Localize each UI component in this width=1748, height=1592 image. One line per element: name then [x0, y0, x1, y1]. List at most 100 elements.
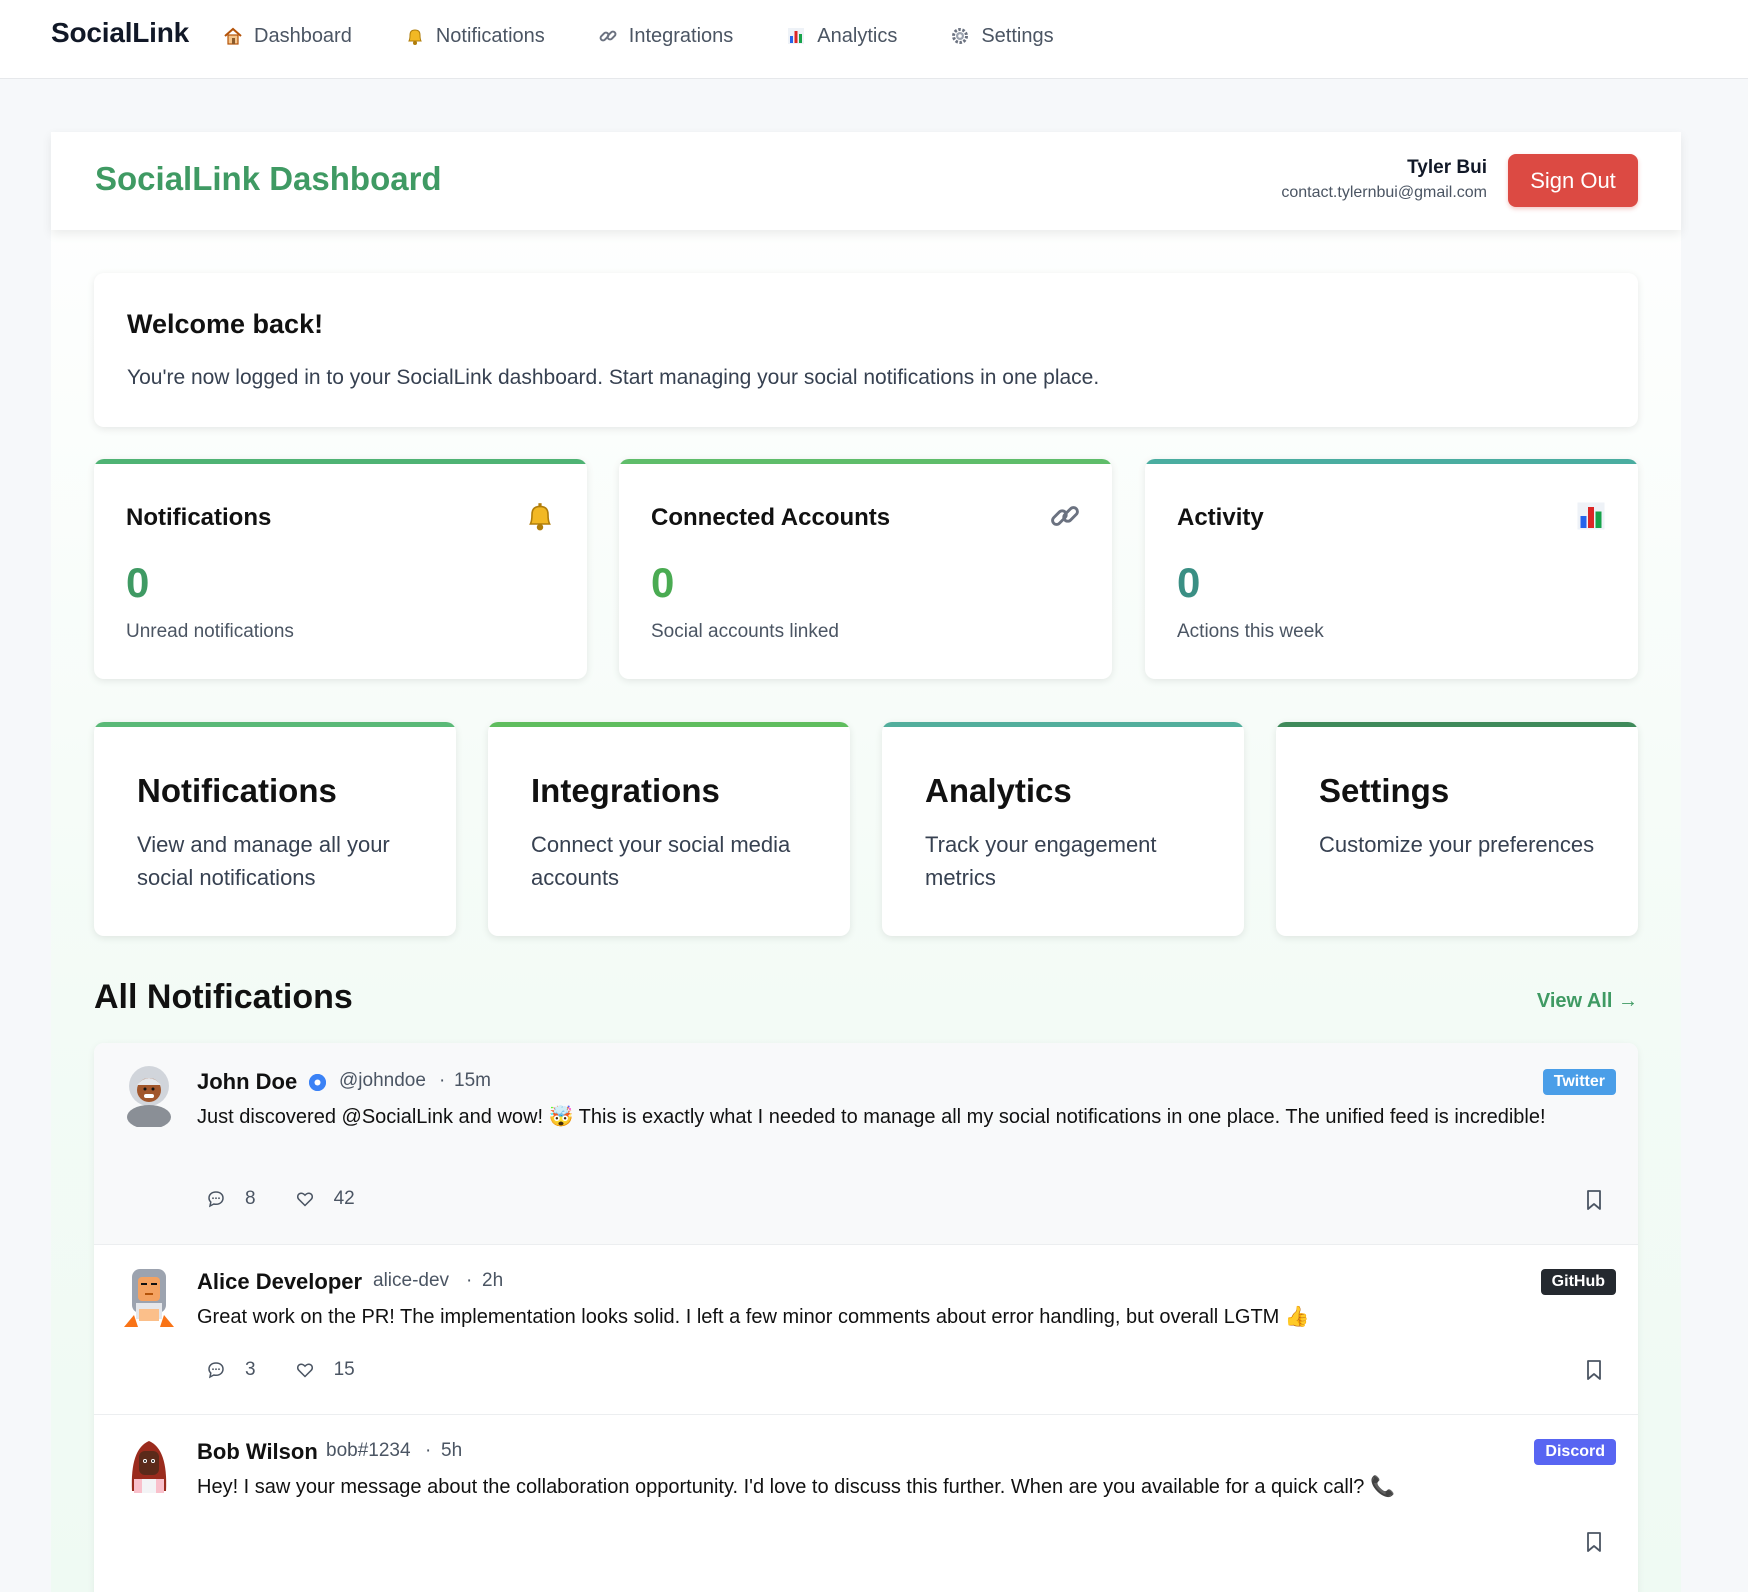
author-handle: @johndoe: [339, 1070, 426, 1091]
feature-card-notifications[interactable]: Notifications View and manage all your s…: [94, 722, 456, 936]
notification-item[interactable]: Alice Developer alice-dev · 2h Great wor…: [94, 1245, 1638, 1415]
feature-title: Integrations: [531, 772, 720, 809]
like-count: 15: [333, 1359, 355, 1380]
page-title: SocialLink Dashboard: [95, 160, 442, 197]
comment-count: 3: [245, 1359, 256, 1380]
author-name[interactable]: Bob Wilson: [197, 1439, 318, 1465]
brand-logo[interactable]: SocialLink: [51, 17, 189, 49]
nav-label: Integrations: [628, 24, 734, 47]
card-accent-bar: [619, 459, 1112, 464]
stat-value: 0: [126, 559, 150, 606]
nav-link-settings[interactable]: Settings: [949, 22, 1054, 50]
feature-title: Notifications: [137, 772, 337, 809]
heart-icon: [296, 1192, 313, 1207]
stat-card-activity: Activity 0 Actions this week: [1145, 459, 1638, 679]
card-accent-bar: [1276, 722, 1638, 727]
nav-link-notifications[interactable]: Notifications: [404, 22, 545, 50]
view-all-link[interactable]: View All →: [1537, 990, 1638, 1013]
feature-title: Analytics: [925, 772, 1072, 809]
bar-chart-icon: [785, 25, 807, 47]
nav-label: Notifications: [435, 24, 545, 47]
feature-description: Customize your preferences: [1319, 832, 1595, 857]
platform-badge: Discord: [1534, 1439, 1616, 1465]
post-text: Hey! I saw your message about the collab…: [197, 1476, 1395, 1498]
bar-chart-icon: [1574, 499, 1608, 533]
post-actions: 8 42: [207, 1188, 395, 1210]
avatar: [124, 1269, 174, 1327]
gear-icon: [949, 25, 971, 47]
comment-button[interactable]: 8: [207, 1188, 256, 1210]
card-accent-bar: [94, 459, 587, 464]
comment-button[interactable]: 3: [207, 1359, 256, 1381]
post-time: 5h: [441, 1440, 463, 1461]
avatar: [127, 1066, 171, 1127]
meta-separator: ·: [466, 1270, 473, 1291]
nav-label: Analytics: [817, 24, 898, 47]
like-button[interactable]: 15: [296, 1359, 355, 1381]
feature-card-integrations[interactable]: Integrations Connect your social media a…: [488, 722, 850, 936]
stat-caption: Actions this week: [1177, 621, 1324, 642]
feature-card-analytics[interactable]: Analytics Track your engagement metrics: [882, 722, 1244, 936]
meta-separator: ·: [425, 1440, 432, 1461]
stat-title: Connected Accounts: [651, 504, 891, 531]
avatar: [131, 1441, 167, 1493]
author-name[interactable]: Alice Developer: [197, 1269, 362, 1295]
author-handle: alice-dev: [373, 1270, 450, 1291]
stat-caption: Social accounts linked: [651, 621, 839, 642]
post-time: 15m: [454, 1070, 491, 1091]
house-icon: [222, 25, 244, 47]
notification-feed: John Doe @johndoe · 15m Just discovered …: [94, 1043, 1638, 1592]
comment-icon: [208, 1362, 224, 1379]
stat-value: 0: [1177, 559, 1201, 606]
author-name[interactable]: John Doe: [197, 1069, 297, 1095]
comment-icon: [208, 1191, 224, 1208]
top-nav: SocialLink Dashboard Notifications Integ…: [0, 0, 1748, 79]
stat-card-notifications: Notifications 0 Unread notifications: [94, 459, 587, 679]
nav-label: Dashboard: [254, 24, 352, 47]
card-accent-bar: [488, 722, 850, 727]
card-accent-bar: [94, 722, 456, 727]
stat-title: Activity: [1177, 504, 1264, 531]
bell-icon: [404, 25, 426, 47]
comment-count: 8: [245, 1188, 256, 1209]
user-name: Tyler Bui: [1407, 157, 1487, 178]
welcome-title: Welcome back!: [127, 309, 324, 339]
like-button[interactable]: 42: [296, 1188, 355, 1210]
post-time: 2h: [482, 1270, 504, 1291]
dashboard-header: SocialLink Dashboard Tyler Bui contact.t…: [51, 132, 1681, 230]
card-accent-bar: [1145, 459, 1638, 464]
stat-title: Notifications: [126, 504, 272, 531]
card-accent-bar: [882, 722, 1244, 727]
meta-separator: ·: [439, 1070, 446, 1091]
nav-links: Dashboard Notifications Integrations Ana…: [222, 22, 1106, 50]
post-actions: 3 15: [207, 1359, 395, 1381]
bookmark-icon[interactable]: [1584, 1531, 1604, 1553]
feature-description: Connect your social media accounts: [531, 832, 791, 890]
like-count: 42: [333, 1188, 355, 1209]
sign-out-button[interactable]: Sign Out: [1508, 154, 1638, 207]
welcome-text: You're now logged in to your SocialLink …: [127, 366, 1100, 389]
bookmark-icon[interactable]: [1584, 1189, 1604, 1211]
notification-item[interactable]: Bob Wilson bob#1234 · 5h Hey! I saw your…: [94, 1415, 1638, 1592]
feature-title: Settings: [1319, 772, 1450, 809]
feature-description: Track your engagement metrics: [925, 832, 1157, 890]
link-icon: [1048, 499, 1082, 533]
bookmark-icon[interactable]: [1584, 1359, 1604, 1381]
post-text: Great work on the PR! The implementation…: [197, 1306, 1310, 1328]
bell-icon: [523, 499, 557, 533]
feature-card-settings[interactable]: Settings Customize your preferences: [1276, 722, 1638, 936]
nav-link-dashboard[interactable]: Dashboard: [222, 22, 352, 50]
section-title: All Notifications: [94, 978, 353, 1016]
platform-badge: GitHub: [1540, 1269, 1616, 1295]
post-text: Just discovered @SocialLink and wow! 🤯 T…: [197, 1106, 1546, 1128]
nav-label: Settings: [981, 24, 1054, 47]
platform-badge: Twitter: [1542, 1069, 1616, 1095]
heart-icon: [296, 1363, 313, 1378]
link-icon: [597, 25, 619, 47]
author-handle: bob#1234: [326, 1440, 411, 1461]
nav-link-analytics[interactable]: Analytics: [785, 22, 897, 50]
stat-card-connected-accounts: Connected Accounts 0 Social accounts lin…: [619, 459, 1112, 679]
verified-badge-icon: [309, 1074, 326, 1091]
notification-item[interactable]: John Doe @johndoe · 15m Just discovered …: [94, 1043, 1638, 1245]
nav-link-integrations[interactable]: Integrations: [597, 22, 734, 50]
